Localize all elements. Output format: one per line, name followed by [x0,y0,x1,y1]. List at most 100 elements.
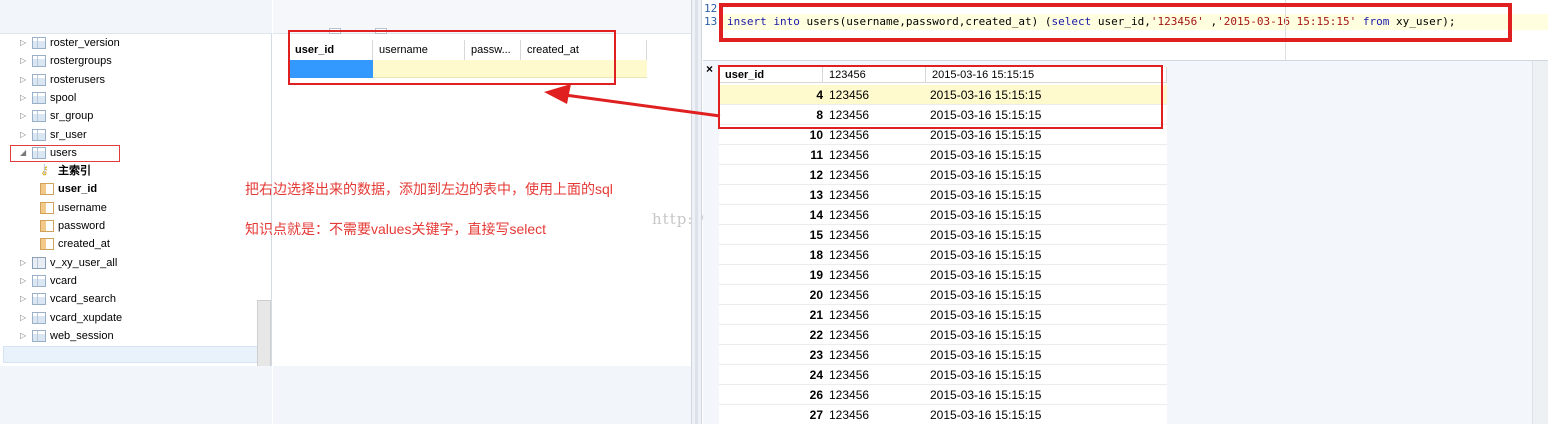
expand-arrow-icon[interactable]: ▷ [20,290,30,308]
expand-arrow-icon[interactable]: ▷ [20,89,30,107]
table-icon [32,129,46,141]
tree-item-label: username [58,202,107,214]
expand-arrow-icon[interactable]: ▷ [20,71,30,89]
table-icon [32,330,46,342]
tree-item-label: vcard_xupdate [50,312,123,324]
cell-password: 123456 [829,228,870,242]
cell-user-id: 26 [809,388,823,402]
line-number: 13 [704,15,718,28]
cell-created-at: 2015-03-16 15:15:15 [930,188,1042,202]
tree-item-label: password [58,220,106,232]
cell-user-id: 13 [809,188,823,202]
target-grid-highlight-box [288,30,616,85]
result-row[interactable]: 15 123456 2015-03-16 15:15:15 [719,225,1167,245]
cell-user-id: 14 [809,208,823,222]
tree-item-label: rosterusers [50,74,106,86]
column-icon [40,202,54,214]
column-icon [40,238,54,250]
cell-password: 123456 [829,168,870,182]
tree-item-label: vcard [50,275,77,287]
cell-password: 123456 [829,148,870,162]
query-result-panel: × user_id 123456 2015-03-16 15:15:15 4 12345… [703,60,1548,424]
column-icon [40,183,54,195]
result-row[interactable]: 12 123456 2015-03-16 15:15:15 [719,165,1167,185]
cell-user-id: 21 [809,308,823,322]
expand-arrow-icon[interactable]: ▷ [20,327,30,345]
cell-password: 123456 [829,408,870,422]
result-scrollbar[interactable] [1532,61,1548,424]
cell-password: 123456 [829,388,870,402]
users-highlight-box [10,145,120,162]
cell-user-id: 19 [809,268,823,282]
cell-user-id: 12 [809,168,823,182]
table-icon [32,92,46,104]
tree-scrollbar[interactable] [257,300,271,370]
pane-splitter[interactable] [691,0,702,424]
cell-created-at: 2015-03-16 15:15:15 [930,168,1042,182]
result-row[interactable]: 18 123456 2015-03-16 15:15:15 [719,245,1167,265]
expand-arrow-icon[interactable]: ▷ [20,254,30,272]
tree-item-label: 主索引 [58,165,91,177]
table-icon [32,74,46,86]
result-row[interactable]: 13 123456 2015-03-16 15:15:15 [719,185,1167,205]
column-icon [40,220,54,232]
tree-bottom-area [0,366,272,424]
cell-password: 123456 [829,208,870,222]
expand-arrow-icon[interactable]: ▷ [20,272,30,290]
cell-password: 123456 [829,328,870,342]
result-row[interactable]: 26 123456 2015-03-16 15:15:15 [719,385,1167,405]
cell-user-id: 20 [809,288,823,302]
cell-created-at: 2015-03-16 15:15:15 [930,268,1042,282]
result-row[interactable]: 24 123456 2015-03-16 15:15:15 [719,365,1167,385]
cell-password: 123456 [829,248,870,262]
tree-item-label: spool [50,92,77,104]
cell-created-at: 2015-03-16 15:15:15 [930,148,1042,162]
annotation-line-2: 知识点就是：不需要values关键字，直接写select [245,221,547,237]
tree-item-label: rostergroups [50,55,112,67]
cell-user-id: 18 [809,248,823,262]
result-row[interactable]: 19 123456 2015-03-16 15:15:15 [719,265,1167,285]
cell-password: 123456 [829,368,870,382]
cell-user-id: 23 [809,348,823,362]
sql-editor[interactable]: 12 13 insert into users(username,passwor… [703,0,1548,60]
tree-header-strip [0,0,272,34]
result-row[interactable]: 11 123456 2015-03-16 15:15:15 [719,145,1167,165]
close-icon[interactable]: × [706,62,713,76]
cell-created-at: 2015-03-16 15:15:15 [930,368,1042,382]
cell-created-at: 2015-03-16 15:15:15 [930,348,1042,362]
cell-created-at: 2015-03-16 15:15:15 [930,248,1042,262]
table-icon [32,293,46,305]
result-row[interactable]: 22 123456 2015-03-16 15:15:15 [719,325,1167,345]
result-row[interactable]: 14 123456 2015-03-16 15:15:15 [719,205,1167,225]
key-icon: ⚷ [40,164,54,176]
cell-user-id: 11 [810,148,823,162]
result-row[interactable]: 23 123456 2015-03-16 15:15:15 [719,345,1167,365]
result-row[interactable]: 27 123456 2015-03-16 15:15:15 [719,405,1167,424]
cell-password: 123456 [829,188,870,202]
view-icon [32,257,46,269]
result-row[interactable]: 21 123456 2015-03-16 15:15:15 [719,305,1167,325]
cell-password: 123456 [829,348,870,362]
cell-user-id: 27 [809,408,823,422]
expand-arrow-icon[interactable]: ▷ [20,126,30,144]
cell-password: 123456 [829,268,870,282]
cell-created-at: 2015-03-16 15:15:15 [930,308,1042,322]
result-row[interactable]: 20 123456 2015-03-16 15:15:15 [719,285,1167,305]
tree-item-label: sr_user [50,129,87,141]
expand-arrow-icon[interactable]: ▷ [20,309,30,327]
tree-item-label: user_id [58,183,98,195]
cell-created-at: 2015-03-16 15:15:15 [930,288,1042,302]
grid-bottom-area [273,366,691,424]
line-number: 12 [704,2,718,15]
cell-user-id: 15 [809,228,823,242]
expand-arrow-icon[interactable]: ▷ [20,52,30,70]
tree-item-label: roster_version [50,37,120,49]
expand-arrow-icon[interactable]: ▷ [20,34,30,52]
table-icon [32,37,46,49]
target-table-grid: user_id username passw... created_at [273,0,691,424]
table-icon [32,110,46,122]
expand-arrow-icon[interactable]: ▷ [20,107,30,125]
cell-created-at: 2015-03-16 15:15:15 [930,228,1042,242]
tree-selection-bar [3,346,269,363]
cell-password: 123456 [829,308,870,322]
